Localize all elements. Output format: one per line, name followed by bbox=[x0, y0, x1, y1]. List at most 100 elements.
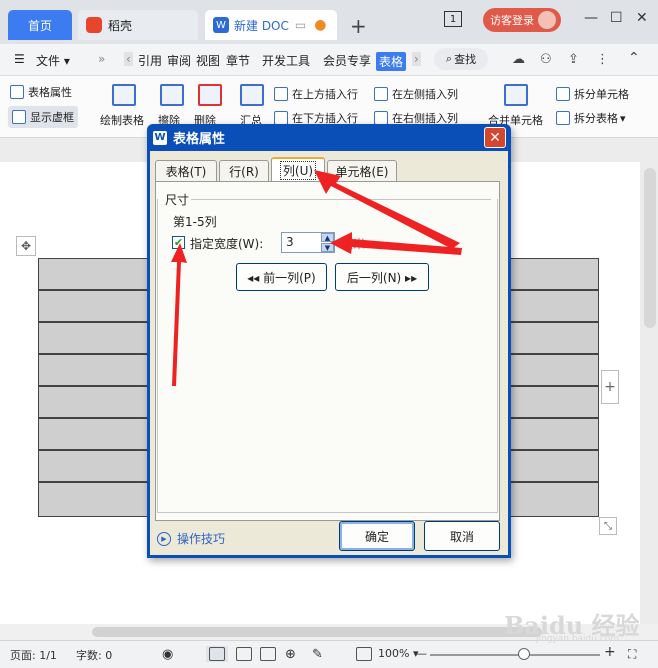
insert-above-button[interactable]: 在上方插入行 bbox=[274, 86, 358, 102]
minimize-button[interactable]: — bbox=[584, 10, 598, 26]
maximize-button[interactable]: ☐ bbox=[610, 10, 623, 26]
menu-collapse-icon[interactable]: » bbox=[98, 52, 105, 66]
tab-new-doc[interactable]: W 新建 DOC ▭ ● bbox=[205, 10, 337, 40]
table-move-handle-icon[interactable]: ✥ bbox=[16, 236, 36, 256]
table-properties-button[interactable]: 表格属性 bbox=[10, 84, 72, 100]
draw-table-button[interactable]: 绘制表格 bbox=[100, 112, 144, 128]
show-grid-button[interactable]: 显示虚框 bbox=[8, 106, 78, 128]
page-view-icon bbox=[209, 647, 225, 661]
ok-button[interactable]: 确定 bbox=[339, 521, 415, 551]
outline-view-button[interactable] bbox=[236, 647, 252, 661]
split-cell-label: 拆分单元格 bbox=[574, 88, 629, 101]
close-window-button[interactable]: ✕ bbox=[636, 10, 648, 26]
zoom-in-button[interactable]: + bbox=[604, 644, 616, 660]
menu-table-label: 表格 bbox=[379, 55, 404, 69]
spin-down-icon[interactable]: ▼ bbox=[321, 243, 334, 252]
fullscreen-icon[interactable]: ⛶ bbox=[628, 647, 636, 662]
cancel-button[interactable]: 取消 bbox=[424, 521, 500, 551]
tab-daoke[interactable]: 稻壳 bbox=[78, 10, 198, 40]
hamburger-icon[interactable]: ☰ bbox=[14, 52, 25, 66]
tab-table[interactable]: 表格(T) bbox=[155, 160, 217, 182]
size-group-title: 尺寸 bbox=[165, 193, 190, 207]
vertical-scrollbar[interactable] bbox=[644, 168, 656, 328]
eye-protection-icon[interactable]: ◉ bbox=[162, 647, 173, 662]
insert-left-button[interactable]: 在左侧插入列 bbox=[374, 86, 458, 102]
horizontal-scroll-thumb[interactable] bbox=[92, 627, 542, 637]
zoom-level[interactable]: 100% ▾ bbox=[378, 647, 418, 660]
tab-row-label: 行(R) bbox=[229, 165, 259, 179]
split-table-button[interactable]: 拆分表格 ▾ bbox=[556, 110, 626, 126]
menu-view[interactable]: 视图 bbox=[196, 52, 220, 69]
grid-icon bbox=[12, 110, 26, 124]
book-icon bbox=[260, 647, 276, 661]
merge-cells-icon bbox=[504, 84, 528, 106]
menu-member[interactable]: 会员专享 bbox=[323, 52, 371, 69]
menu-scroll-left[interactable]: ‹ bbox=[124, 52, 133, 66]
dialog-close-button[interactable]: ✕ bbox=[484, 127, 506, 148]
read-view-button[interactable] bbox=[260, 647, 276, 661]
spin-up-icon[interactable]: ▲ bbox=[321, 233, 334, 242]
table-resize-icon[interactable]: ⤡ bbox=[599, 517, 617, 535]
share-icon[interactable]: ⇪ bbox=[568, 52, 579, 67]
zoom-slider[interactable] bbox=[430, 654, 600, 656]
next-column-button[interactable]: 后一列(N) ▸▸ bbox=[335, 263, 429, 291]
pen-icon[interactable]: ✎ bbox=[312, 647, 323, 662]
menu-review-label: 审阅 bbox=[167, 54, 192, 68]
zoom-out-button[interactable]: — bbox=[416, 647, 427, 660]
window-switch-icon[interactable]: 1 bbox=[444, 11, 462, 27]
scroll-left-glyph: ‹ bbox=[126, 52, 131, 66]
show-grid-label: 显示虚框 bbox=[30, 111, 74, 124]
search-button[interactable]: ⌕ 查找 bbox=[434, 48, 488, 70]
tab-home[interactable]: 首页 bbox=[8, 10, 72, 40]
menu-scroll-right[interactable]: › bbox=[412, 52, 421, 66]
zoom-slider-knob[interactable] bbox=[518, 648, 530, 660]
close-icon: ✕ bbox=[489, 129, 501, 146]
fit-icon bbox=[356, 647, 372, 661]
page-count[interactable]: 页面: 1/1 bbox=[10, 647, 57, 663]
writer-logo-icon: W bbox=[153, 130, 167, 145]
fit-page-button[interactable] bbox=[356, 647, 372, 661]
new-tab-button[interactable]: + bbox=[350, 14, 367, 38]
tab-column[interactable]: 列(U) bbox=[271, 157, 325, 182]
visitor-login-button[interactable]: 访客登录 bbox=[483, 8, 561, 32]
play-icon: ▶ bbox=[157, 531, 171, 546]
insert-below-icon bbox=[274, 111, 288, 125]
specify-width-checkbox[interactable]: ✔ bbox=[172, 236, 185, 249]
previous-column-label: ◂◂ 前一列(P) bbox=[247, 270, 316, 285]
summary-icon bbox=[240, 84, 264, 106]
menu-table[interactable]: 表格 bbox=[376, 52, 407, 71]
scroll-right-glyph: › bbox=[414, 52, 419, 66]
word-count[interactable]: 字数: 0 bbox=[76, 647, 112, 663]
page-view-button[interactable] bbox=[206, 646, 228, 662]
collapse-ribbon-icon[interactable]: ⌃ bbox=[628, 50, 640, 66]
web-view-icon[interactable]: ⊕ bbox=[285, 647, 296, 662]
table-properties-dialog: W 表格属性 ✕ 表格(T) 行(R) 列(U) 单元格(E) 尺寸 第1-5列… bbox=[147, 124, 511, 558]
visitor-login-label: 访客登录 bbox=[490, 14, 534, 27]
tab-table-label: 表格(T) bbox=[165, 165, 207, 179]
menu-chapter[interactable]: 章节 bbox=[226, 52, 250, 69]
table-properties-icon bbox=[10, 85, 24, 99]
add-column-button[interactable]: + bbox=[601, 370, 619, 404]
menu-developer[interactable]: 开发工具 bbox=[262, 52, 310, 69]
dialog-title-bar[interactable]: W 表格属性 bbox=[153, 128, 225, 147]
specify-width-label[interactable]: 指定宽度(W): bbox=[190, 235, 263, 252]
split-cell-button[interactable]: 拆分单元格 bbox=[556, 86, 629, 102]
menu-references[interactable]: 引用 bbox=[138, 52, 162, 69]
share-user-icon[interactable]: ⚇ bbox=[540, 52, 552, 67]
tips-link[interactable]: ▶ 操作技巧 bbox=[157, 530, 225, 547]
menu-review[interactable]: 审阅 bbox=[167, 52, 191, 69]
previous-column-button[interactable]: ◂◂ 前一列(P) bbox=[236, 263, 327, 291]
menu-file[interactable]: 文件 ▾ bbox=[36, 52, 70, 69]
menu-chapter-label: 章节 bbox=[226, 54, 251, 68]
menu-member-label: 会员专享 bbox=[323, 54, 372, 68]
tab-column-label: 列(U) bbox=[279, 161, 317, 180]
tab-cell[interactable]: 单元格(E) bbox=[327, 160, 397, 182]
baidu-watermark-url: jingyan.baidu.com bbox=[536, 634, 620, 644]
tab-daoke-label: 稻壳 bbox=[108, 18, 133, 33]
tab-row[interactable]: 行(R) bbox=[219, 160, 269, 182]
window-count: 1 bbox=[449, 13, 457, 25]
more-icon[interactable]: ⋮ bbox=[596, 52, 609, 67]
close-icon: ✕ bbox=[636, 10, 648, 26]
zoom-value: 100% bbox=[378, 647, 410, 660]
cloud-icon[interactable]: ☁ bbox=[512, 52, 525, 67]
